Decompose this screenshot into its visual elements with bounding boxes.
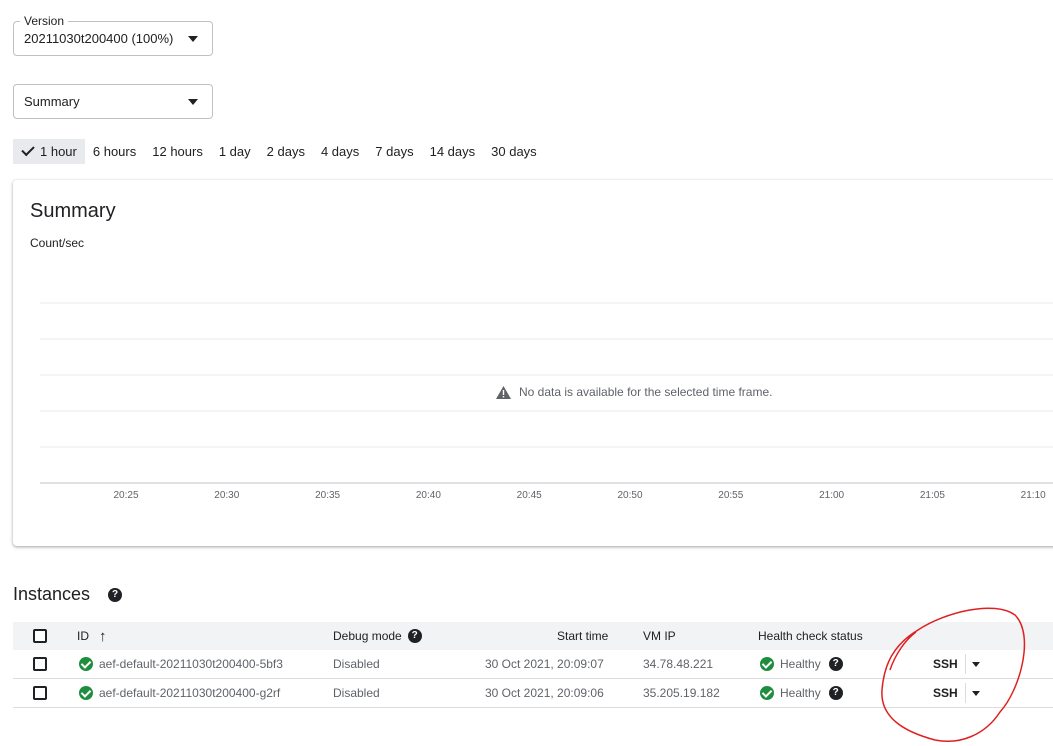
chevron-down-icon — [188, 36, 198, 42]
chart-plot: 20:25 20:30 20:35 20:40 20:45 20:50 20:55 21:00… — [40, 302, 1053, 501]
x-tick-label: 21:05 — [920, 490, 945, 501]
check-circle-icon — [760, 657, 774, 671]
sort-ascending-icon: ↑ — [99, 627, 107, 645]
table-row: aef-default-20211030t200400-g2rf Disable… — [13, 679, 1053, 708]
time-range-2-days[interactable]: 2 days — [259, 139, 313, 164]
help-icon[interactable]: ? — [407, 629, 422, 643]
ssh-button[interactable]: SSH — [933, 686, 958, 700]
time-range-30-days[interactable]: 30 days — [483, 139, 545, 164]
help-icon[interactable]: ? — [828, 657, 843, 671]
summary-chart-card: Summary Count/sec 20:25 20:30 20:35 20:40 20… — [13, 180, 1053, 546]
vm-ip-value: 35.205.19.182 — [643, 686, 720, 700]
check-icon — [21, 142, 35, 157]
time-range-6-hours[interactable]: 6 hours — [85, 139, 144, 164]
help-icon[interactable]: ? — [108, 587, 123, 602]
health-status-value: Healthy — [780, 686, 821, 700]
warning-icon — [496, 385, 511, 399]
table-header: ID ↑ Debug mode ? Start time VM IP Healt… — [13, 622, 1053, 650]
instances-heading: Instances ? — [13, 584, 123, 605]
column-header-vm-ip[interactable]: VM IP — [643, 622, 676, 650]
check-circle-icon — [760, 686, 774, 700]
vm-ip-value: 34.78.48.221 — [643, 657, 714, 671]
start-time-value: 30 Oct 2021, 20:09:07 — [485, 657, 604, 671]
x-tick-label: 20:40 — [416, 490, 441, 501]
ssh-menu-button[interactable] — [972, 650, 980, 678]
ssh-divider — [965, 654, 966, 674]
instances-title: Instances — [13, 584, 91, 604]
instance-id: aef-default-20211030t200400-5bf3 — [99, 657, 283, 671]
time-range-12-hours[interactable]: 12 hours — [144, 139, 211, 164]
time-range-selector: 1 hour 6 hours 12 hours 1 day 2 days 4 d… — [13, 139, 545, 164]
chevron-down-icon — [188, 99, 198, 105]
metric-select[interactable]: Summary — [13, 84, 213, 119]
check-circle-icon — [79, 686, 93, 700]
check-circle-icon — [79, 657, 93, 671]
ssh-divider — [965, 683, 966, 703]
ssh-menu-button[interactable] — [972, 679, 980, 707]
debug-mode-value: Disabled — [333, 686, 380, 700]
debug-mode-value: Disabled — [333, 657, 380, 671]
version-select-label: Version — [20, 14, 69, 28]
chevron-down-icon — [972, 690, 980, 696]
x-tick-label: 20:45 — [517, 490, 542, 501]
time-range-1-day[interactable]: 1 day — [211, 139, 259, 164]
row-checkbox[interactable] — [33, 657, 47, 671]
column-header-health-check-status[interactable]: Health check status — [758, 622, 863, 650]
column-header-id[interactable]: ID ↑ — [77, 622, 107, 650]
time-range-7-days[interactable]: 7 days — [367, 139, 421, 164]
no-data-text: No data is available for the selected ti… — [519, 385, 773, 399]
x-tick-label: 20:35 — [315, 490, 340, 501]
instances-table: ID ↑ Debug mode ? Start time VM IP Healt… — [13, 622, 1053, 708]
version-select[interactable]: Version 20211030t200400 (100%) — [13, 14, 213, 56]
select-all-checkbox[interactable] — [33, 629, 47, 643]
column-header-debug-mode: Debug mode ? — [333, 622, 422, 650]
version-select-value: 20211030t200400 (100%) — [24, 31, 174, 46]
start-time-value: 30 Oct 2021, 20:09:06 — [485, 686, 604, 700]
x-tick-label: 21:00 — [819, 490, 844, 501]
health-status-value: Healthy — [780, 657, 821, 671]
help-icon[interactable]: ? — [828, 686, 843, 700]
x-tick-label: 20:25 — [113, 490, 138, 501]
no-data-message: No data is available for the selected ti… — [496, 385, 772, 399]
metric-select-value: Summary — [24, 94, 80, 109]
time-range-1-hour[interactable]: 1 hour — [13, 139, 85, 164]
ssh-button[interactable]: SSH — [933, 657, 958, 671]
column-header-start-time[interactable]: Start time — [557, 622, 608, 650]
x-tick-label: 20:30 — [214, 490, 239, 501]
instance-id: aef-default-20211030t200400-g2rf — [99, 686, 281, 700]
x-tick-label: 21:10 — [1021, 490, 1046, 501]
chevron-down-icon — [972, 661, 980, 667]
x-tick-label: 20:50 — [617, 490, 642, 501]
row-checkbox[interactable] — [33, 686, 47, 700]
time-range-4-days[interactable]: 4 days — [313, 139, 367, 164]
time-range-14-days[interactable]: 14 days — [422, 139, 484, 164]
table-row: aef-default-20211030t200400-5bf3 Disable… — [13, 650, 1053, 679]
x-tick-label: 20:55 — [718, 490, 743, 501]
